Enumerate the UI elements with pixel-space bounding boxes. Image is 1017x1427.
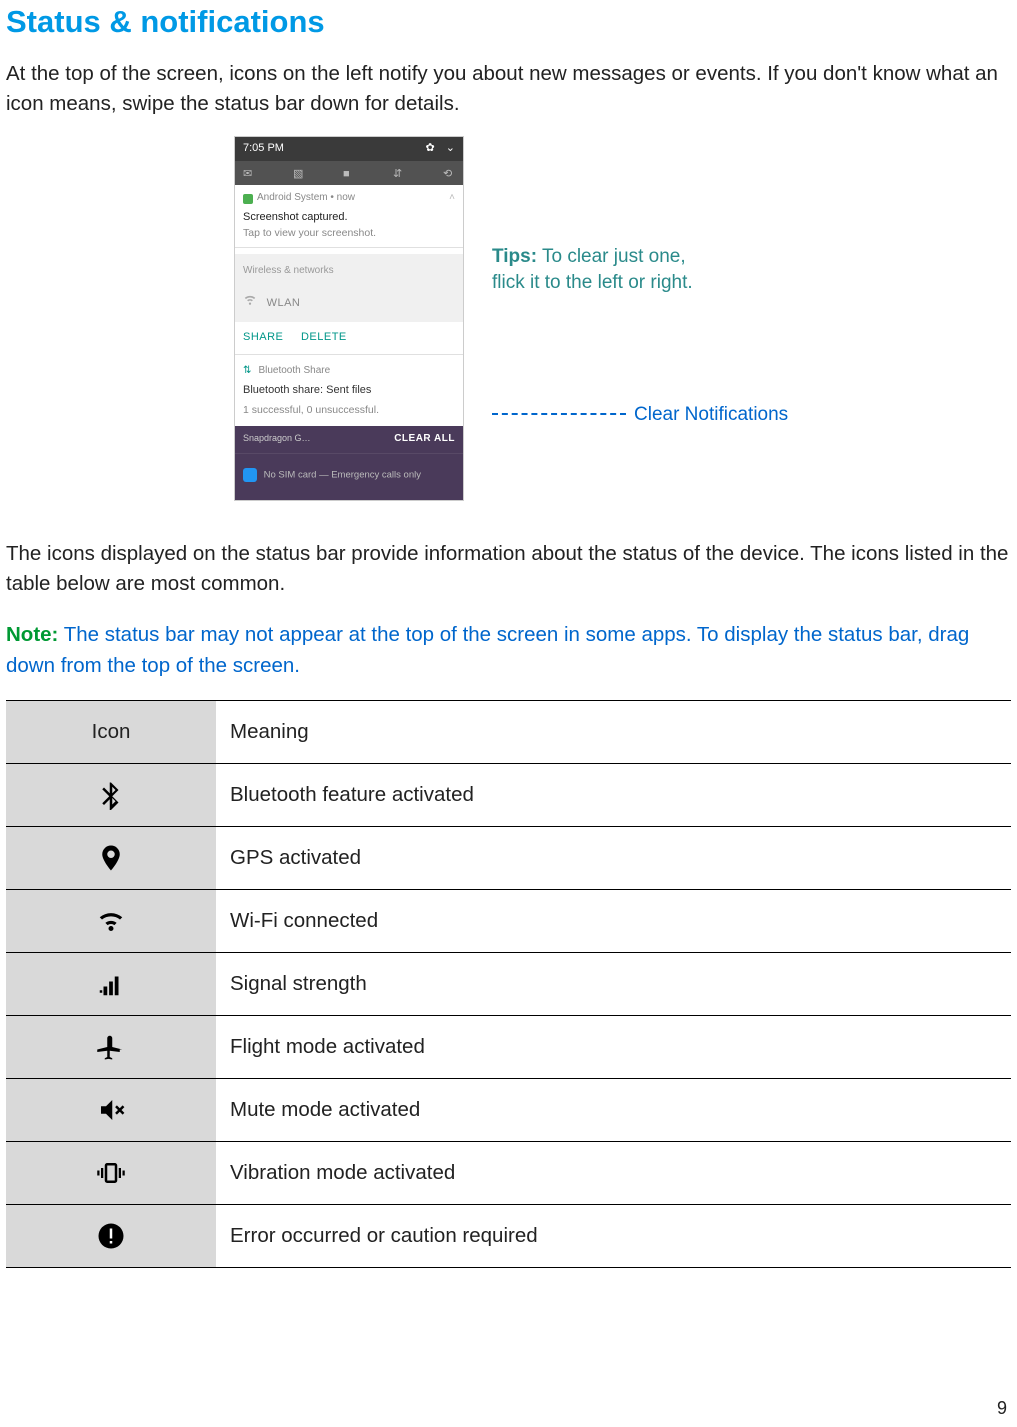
wifi-icon — [6, 889, 216, 952]
table-row: Signal strength — [6, 952, 1011, 1015]
signal-icon — [6, 952, 216, 1015]
gps-icon — [6, 826, 216, 889]
note-text: The status bar may not appear at the top… — [6, 623, 969, 678]
status-icon: ▧ — [293, 167, 305, 179]
clear-notifications-callout: Clear Notifications — [634, 402, 788, 428]
bt-subtitle: 1 successful, 0 unsuccessful. — [235, 403, 463, 426]
intro-paragraph: At the top of the screen, icons on the l… — [6, 59, 1011, 118]
phone-time: 7:05 PM — [243, 141, 284, 157]
delete-action[interactable]: DELETE — [301, 331, 347, 343]
callout-connector — [492, 413, 626, 415]
status-icon: ⟲ — [443, 167, 455, 179]
page-title: Status & notifications — [6, 0, 1011, 45]
wireless-section-label: Wireless & networks — [243, 264, 455, 279]
phone-icon — [243, 468, 257, 482]
table-row: Bluetooth feature activated — [6, 763, 1011, 826]
meaning-cell: GPS activated — [216, 826, 1011, 889]
meaning-cell: Wi-Fi connected — [216, 889, 1011, 952]
status-icon: ✉ — [243, 167, 255, 179]
clear-all-button[interactable]: CLEAR ALL — [394, 432, 455, 447]
note-label: Note: — [6, 623, 58, 646]
meaning-cell: Error occurred or caution required — [216, 1204, 1011, 1267]
th-meaning: Meaning — [216, 701, 1011, 764]
table-row: Flight mode activated — [6, 1015, 1011, 1078]
no-sim-text: No SIM card — Emergency calls only — [264, 469, 421, 480]
gear-icon: ✿ — [426, 141, 435, 157]
table-row: Wi-Fi connected — [6, 889, 1011, 952]
meaning-cell: Flight mode activated — [216, 1015, 1011, 1078]
notif-app: Android System • now — [257, 191, 355, 206]
bluetooth-icon — [6, 763, 216, 826]
notif-subtitle: Tap to view your screenshot. — [243, 226, 455, 241]
android-icon — [243, 194, 253, 204]
snapdragon-label: Snapdragon G… — [243, 433, 311, 443]
icon-meaning-table: Icon Meaning Bluetooth feature activated… — [6, 700, 1011, 1268]
meaning-cell: Vibration mode activated — [216, 1141, 1011, 1204]
wifi-icon — [243, 292, 257, 312]
callouts: Tips: To clear just one, flick it to the… — [492, 136, 788, 427]
meaning-cell: Bluetooth feature activated — [216, 763, 1011, 826]
table-row: Mute mode activated — [6, 1078, 1011, 1141]
status-icon: ⇵ — [393, 167, 405, 179]
table-row: Error occurred or caution required — [6, 1204, 1011, 1267]
vibrate-icon — [6, 1141, 216, 1204]
phone-mockup: 7:05 PM ✿ ⌄ ✉ ▧ ■ ⇵ ⟲ Android System • n… — [234, 136, 464, 501]
meaning-cell: Signal strength — [216, 952, 1011, 1015]
wlan-label: WLAN — [267, 297, 301, 309]
notif-title: Screenshot captured. — [243, 210, 455, 226]
table-row: Vibration mode activated — [6, 1141, 1011, 1204]
error-icon — [6, 1204, 216, 1267]
table-row: GPS activated — [6, 826, 1011, 889]
chevron-down-icon: ⌄ — [446, 141, 455, 157]
notification-figure: 7:05 PM ✿ ⌄ ✉ ▧ ■ ⇵ ⟲ Android System • n… — [6, 136, 1011, 501]
page-number: 9 — [997, 1395, 1007, 1421]
bluetooth-share-icon: ⇅ — [243, 365, 251, 376]
bt-title: Bluetooth share: Sent files — [235, 383, 463, 403]
mute-icon — [6, 1078, 216, 1141]
status-icon: ■ — [343, 167, 355, 179]
th-icon: Icon — [6, 701, 216, 764]
airplane-icon — [6, 1015, 216, 1078]
meaning-cell: Mute mode activated — [216, 1078, 1011, 1141]
share-action[interactable]: SHARE — [243, 331, 283, 343]
note-paragraph: Note: The status bar may not appear at t… — [6, 619, 1011, 683]
bt-share-label: Bluetooth Share — [258, 365, 330, 376]
mid-paragraph: The icons displayed on the status bar pr… — [6, 539, 1011, 598]
tip-label: Tips: — [492, 246, 537, 267]
chevron-up-icon: ˄ — [449, 191, 455, 206]
